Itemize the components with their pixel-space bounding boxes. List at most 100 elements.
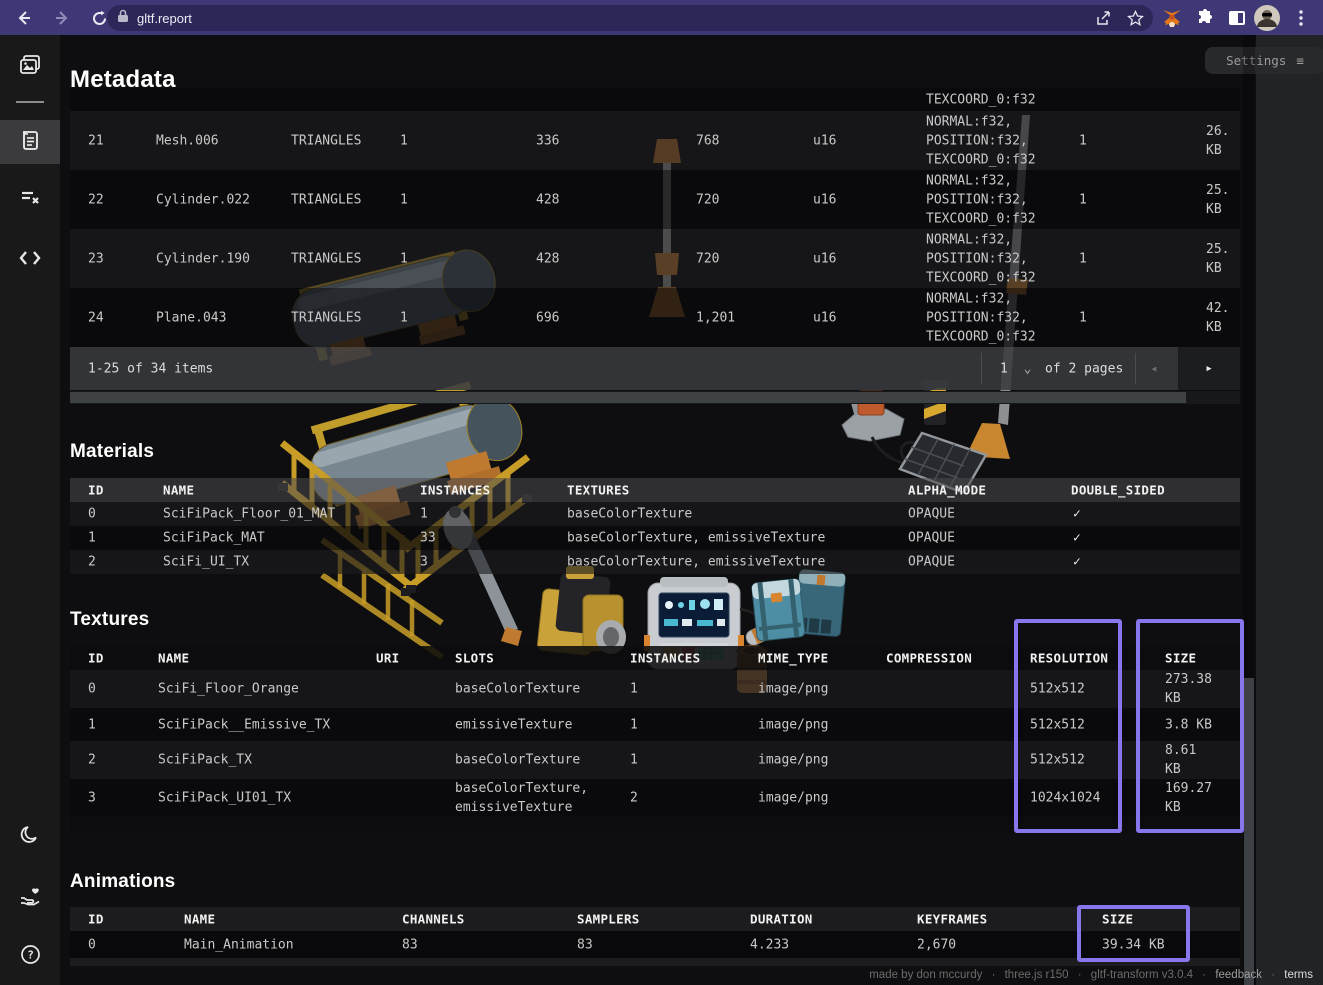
table-row: 3 SciFiPack_UI01_TX baseColorTexture, em… [70, 779, 1240, 817]
footer-separator: · [1202, 969, 1206, 981]
app-sidebar: ? [0, 35, 60, 985]
extensions-puzzle-icon[interactable] [1191, 4, 1219, 32]
mesh-mode: TRIANGLES [291, 308, 361, 327]
sidebar-item-donate[interactable] [0, 875, 60, 919]
mesh-instances: 1 [1079, 249, 1087, 268]
mesh-primitives: 1 [400, 131, 408, 150]
animation-size: 39.34 KB [1102, 935, 1165, 954]
texture-name: SciFiPack_UI01_TX [158, 789, 291, 808]
sidebar-item-script[interactable] [0, 238, 60, 282]
mesh-mode: TRIANGLES [291, 190, 361, 209]
material-alpha-mode: OPAQUE [908, 529, 955, 548]
bookmark-star-icon[interactable] [1122, 5, 1148, 31]
terms-link[interactable]: terms [1284, 969, 1313, 981]
texture-id: 0 [88, 680, 96, 699]
texture-instances: 2 [630, 789, 638, 808]
sidebar-item-viewer[interactable] [0, 45, 60, 89]
back-button[interactable] [10, 4, 38, 32]
svg-text:?: ? [27, 949, 34, 962]
share-icon[interactable] [1090, 5, 1116, 31]
table-row: 24 Plane.043 TRIANGLES 1 696 1,201 u16 N… [70, 288, 1240, 347]
sidebar-item-theme[interactable] [0, 815, 60, 859]
code-icon [19, 250, 41, 271]
mesh-id: 23 [88, 249, 104, 268]
texture-resolution: 512x512 [1030, 680, 1085, 699]
images-icon [19, 54, 41, 81]
material-instances: 33 [420, 529, 436, 548]
footer-separator: · [1271, 969, 1275, 981]
sidebar-item-report[interactable] [0, 120, 60, 164]
vertical-scrollbar-thumb[interactable] [1244, 678, 1254, 985]
texture-instances: 1 [630, 680, 638, 699]
texture-resolution: 512x512 [1030, 715, 1085, 734]
texture-size: 273.38 KB [1165, 670, 1217, 708]
next-page-button[interactable]: ▸ [1178, 347, 1240, 390]
col-header-uri: URI [376, 651, 399, 666]
table-row: 2 SciFiPack_TX baseColorTexture 1 image/… [70, 741, 1240, 779]
col-header-compression: COMPRESSION [886, 651, 972, 666]
table-row: 0 SciFiPack_Floor_01_MAT 1 baseColorText… [70, 502, 1240, 526]
material-textures: baseColorTexture, emissiveTexture [567, 553, 825, 572]
feedback-link[interactable]: feedback [1215, 969, 1262, 981]
col-header-samplers: SAMPLERS [577, 912, 640, 927]
mesh-primitives: 1 [400, 308, 408, 327]
material-instances: 3 [420, 553, 428, 572]
material-name: SciFiPack_Floor_01_MAT [163, 505, 335, 524]
credit-gltf-transform: gltf-transform v3.0.4 [1091, 969, 1193, 981]
texture-size: 3.8 KB [1165, 715, 1217, 734]
col-header-alpha-mode: ALPHA_MODE [908, 483, 986, 498]
mesh-name: Plane.043 [156, 308, 226, 327]
table-header-row: ID NAME CHANNELS SAMPLERS DURATION KEYFR… [70, 907, 1240, 931]
texture-id: 3 [88, 789, 96, 808]
col-header-id: ID [88, 483, 104, 498]
texture-slots: baseColorTexture [455, 751, 605, 770]
sidebar-divider [16, 101, 44, 103]
metamask-extension-icon[interactable] [1158, 4, 1186, 32]
address-bar[interactable]: gltf.report [107, 5, 1153, 31]
settings-label: Settings [1226, 53, 1286, 68]
mesh-id: 22 [88, 190, 104, 209]
mesh-attributes: NORMAL:f32, POSITION:f32, TEXCOORD_0:f32 [926, 171, 1054, 228]
material-id: 2 [88, 553, 96, 572]
col-header-resolution: RESOLUTION [1030, 651, 1108, 666]
sidebar-item-validation[interactable] [0, 178, 60, 222]
animation-duration: 4.233 [750, 935, 789, 954]
col-header-mime-type: MIME_TYPE [758, 651, 828, 666]
texture-instances: 1 [630, 715, 638, 734]
browser-menu-icon[interactable] [1287, 4, 1315, 32]
col-header-instances: INSTANCES [630, 651, 700, 666]
lock-icon [117, 9, 129, 28]
horizontal-scrollbar[interactable] [70, 391, 1240, 404]
page-select[interactable]: 1 ⌄ [1000, 361, 1031, 376]
material-double-sided-check: ✓ [1073, 505, 1081, 524]
browser-chrome: gltf.report [0, 0, 1323, 35]
settings-button[interactable]: Settings ≡ [1205, 47, 1323, 74]
moon-icon [20, 825, 40, 850]
texture-size: 169.27 KB [1165, 779, 1217, 817]
sidebar-item-help[interactable]: ? [0, 935, 60, 979]
material-id: 1 [88, 529, 96, 548]
previous-page-button[interactable]: ◂ [1150, 361, 1158, 376]
animation-channels: 83 [402, 935, 418, 954]
forward-button[interactable] [48, 4, 76, 32]
col-header-id: ID [88, 912, 104, 927]
vertical-scrollbar[interactable] [1243, 35, 1255, 985]
mesh-vertices: 696 [536, 308, 559, 327]
table-header-row: ID NAME INSTANCES TEXTURES ALPHA_MODE DO… [70, 478, 1240, 502]
texture-mime-type: image/png [758, 715, 828, 734]
footer-credits: made by don mccurdy · three.js r150 · gl… [869, 969, 1313, 981]
table-row: 2 SciFi_UI_TX 3 baseColorTexture, emissi… [70, 550, 1240, 574]
credit-made-by: made by don mccurdy [869, 969, 982, 981]
help-icon: ? [20, 944, 41, 970]
mesh-size: 25. KB [1206, 181, 1246, 219]
col-header-name: NAME [158, 651, 189, 666]
side-panel-icon[interactable] [1223, 4, 1251, 32]
col-header-duration: DURATION [750, 912, 813, 927]
mesh-indices: 768 [696, 131, 719, 150]
section-title-animations: Animations [70, 871, 175, 893]
profile-avatar[interactable] [1253, 4, 1281, 32]
horizontal-scrollbar-thumb[interactable] [70, 392, 1186, 403]
mesh-vertices: 428 [536, 249, 559, 268]
mesh-name: Mesh.006 [156, 131, 219, 150]
mesh-instances: 1 [1079, 131, 1087, 150]
